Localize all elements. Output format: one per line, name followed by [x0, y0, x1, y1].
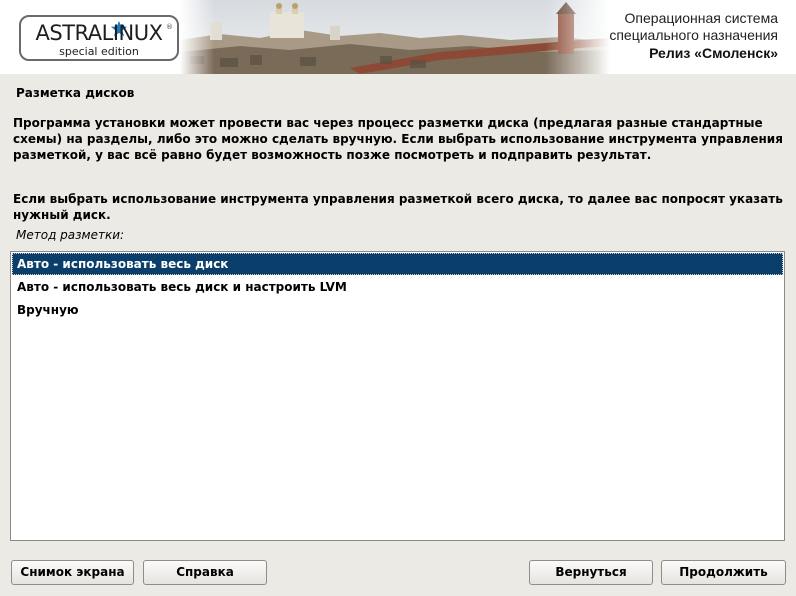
- back-button[interactable]: Вернуться: [529, 560, 653, 585]
- description-text: Программа установки может провести вас ч…: [13, 116, 783, 162]
- release-name: Релиз «Смоленск»: [649, 45, 778, 61]
- smolensk-city-photo: [180, 0, 610, 74]
- partition-method-label: Метод разметки:: [16, 228, 125, 242]
- list-item-auto-full-disk[interactable]: Авто - использовать весь диск: [12, 253, 783, 275]
- os-title: Операционная система специального назнач…: [609, 10, 778, 44]
- os-title-line2: специального назначения: [609, 27, 778, 43]
- list-item-auto-lvm[interactable]: Авто - использовать весь диск и настроит…: [12, 277, 783, 299]
- screenshot-button[interactable]: Снимок экрана: [11, 560, 134, 585]
- os-title-line1: Операционная система: [624, 10, 778, 26]
- logo-text: ASTRALINUX: [35, 21, 164, 45]
- list-item-manual[interactable]: Вручную: [12, 300, 783, 322]
- registered-mark: ®: [166, 23, 173, 31]
- description-text-disk: Если выбрать использование инструмента у…: [13, 192, 783, 222]
- page-title: Разметка дисков: [16, 86, 135, 100]
- header-banner: ASTRALINUX ® special edition Операционна…: [0, 0, 796, 74]
- logo-subtitle: special edition: [59, 45, 139, 58]
- partition-method-list[interactable]: Авто - использовать весь диск Авто - исп…: [10, 251, 785, 541]
- continue-button[interactable]: Продолжить: [661, 560, 786, 585]
- help-button[interactable]: Справка: [143, 560, 267, 585]
- astralinux-logo: ASTRALINUX ® special edition: [19, 15, 179, 61]
